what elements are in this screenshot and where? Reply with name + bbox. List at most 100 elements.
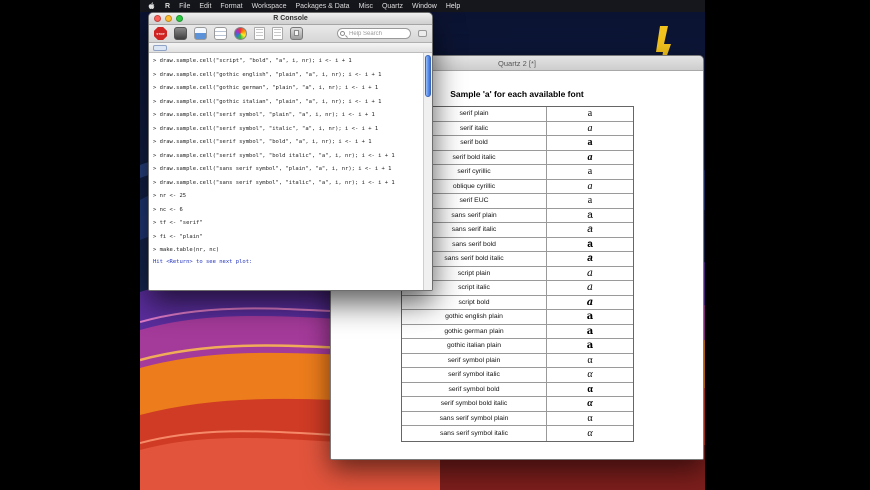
menu-packages-data[interactable]: Packages & Data	[295, 3, 349, 10]
console-line: > fi <- "plain"	[153, 231, 422, 245]
font-table-row: sans serif plaina	[402, 209, 633, 224]
menu-window[interactable]: Window	[412, 3, 437, 10]
font-table-row: script italica	[402, 281, 633, 296]
font-table-row: oblique cyrillica	[402, 180, 633, 195]
font-table-row: serif symbol italicα	[402, 368, 633, 383]
help-search	[337, 28, 411, 39]
font-table-row: sans serif bold italica	[402, 252, 633, 267]
document2-icon[interactable]	[272, 27, 283, 40]
font-name-cell: gothic english plain	[402, 310, 547, 324]
font-name-cell: serif symbol plain	[402, 354, 547, 368]
font-name-cell: gothic italian plain	[402, 339, 547, 353]
console-line: > make.table(nr, nc)	[153, 244, 422, 258]
font-sample-cell: a	[547, 296, 633, 310]
menu-quartz[interactable]: Quartz	[382, 3, 403, 10]
font-table-row: gothic english plaina	[402, 310, 633, 325]
grid-icon[interactable]	[214, 27, 227, 40]
font-sample-cell: a	[547, 252, 633, 266]
font-sample-cell: a	[547, 151, 633, 165]
zoom-button[interactable]	[176, 15, 183, 22]
font-table-row: gothic italian plaina	[402, 339, 633, 354]
console-line: > draw.sample.cell("gothic italian", "pl…	[153, 96, 422, 110]
menu-bar: R File Edit Format Workspace Packages & Data M…	[140, 0, 705, 12]
chart-icon[interactable]	[194, 27, 207, 40]
font-table-row: serif EUCa	[402, 194, 633, 209]
font-sample-cell: α	[547, 383, 633, 397]
font-sample-cell: a	[547, 281, 633, 295]
toolbar-overflow-button[interactable]	[418, 30, 427, 37]
console-text-area[interactable]: > draw.sample.cell("script", "bold", "a"…	[149, 53, 422, 290]
help-search-input[interactable]	[337, 28, 411, 39]
function-browser-button[interactable]	[153, 45, 167, 51]
printer-icon[interactable]	[290, 27, 303, 40]
apple-menu[interactable]	[147, 1, 156, 11]
font-sample-cell: a	[547, 267, 633, 281]
console-line: > nc <- 6	[153, 204, 422, 218]
screen: R File Edit Format Workspace Packages & Data M…	[0, 0, 870, 490]
font-sample-cell: a	[547, 194, 633, 208]
font-sample-cell: α	[547, 397, 633, 411]
font-sample-cell: a	[547, 209, 633, 223]
font-table-row: serif italica	[402, 122, 633, 137]
font-table-row: serif symbol plainα	[402, 354, 633, 369]
font-table-row: sans serif italica	[402, 223, 633, 238]
font-name-cell: serif symbol italic	[402, 368, 547, 382]
menu-misc[interactable]: Misc	[359, 3, 373, 10]
console-line: > draw.sample.cell("serif symbol", "bold…	[153, 136, 422, 150]
console-line: > draw.sample.cell("serif symbol", "bold…	[153, 150, 422, 164]
font-sample-cell: a	[547, 180, 633, 194]
font-name-cell: script bold	[402, 296, 547, 310]
font-sample-cell: a	[547, 325, 633, 339]
menu-r[interactable]: R	[165, 3, 170, 10]
scrollbar-thumb[interactable]	[425, 55, 431, 97]
font-table-row: gothic german plaina	[402, 325, 633, 340]
desktop: R File Edit Format Workspace Packages & Data M…	[140, 0, 705, 490]
menu-format[interactable]: Format	[220, 3, 242, 10]
font-table-row: serif symbol boldα	[402, 383, 633, 398]
console-scrollbar[interactable]	[423, 53, 432, 290]
font-sample-cell: a	[547, 165, 633, 179]
font-table-row: sans serif symbol italicα	[402, 426, 633, 441]
font-table-row: sans serif symbol plainα	[402, 412, 633, 427]
document-icon[interactable]	[254, 27, 265, 40]
menu-workspace[interactable]: Workspace	[252, 3, 287, 10]
console-line: > draw.sample.cell("sans serif symbol", …	[153, 177, 422, 191]
console-line: > draw.sample.cell("script", "bold", "a"…	[153, 55, 422, 69]
toolbar-icons: STOP	[154, 27, 303, 40]
console-body: > draw.sample.cell("script", "bold", "a"…	[149, 53, 432, 290]
font-name-cell: gothic german plain	[402, 325, 547, 339]
font-name-cell: sans serif symbol plain	[402, 412, 547, 426]
console-line: > draw.sample.cell("serif symbol", "ital…	[153, 123, 422, 137]
font-table-row: sans serif bolda	[402, 238, 633, 253]
color-wheel-icon[interactable]	[234, 27, 247, 40]
console-line: > draw.sample.cell("gothic german", "pla…	[153, 82, 422, 96]
stop-icon-label: STOP	[156, 32, 164, 36]
font-sample-cell: a	[547, 122, 633, 136]
quartz-window-title: Quartz 2 [*]	[498, 59, 536, 68]
menu-file[interactable]: File	[179, 3, 190, 10]
console-line: > draw.sample.cell("serif symbol", "plai…	[153, 109, 422, 123]
menu-edit[interactable]: Edit	[199, 3, 211, 10]
traffic-lights	[154, 15, 183, 22]
font-sample-table: serif plainaserif italicaserif boldaseri…	[401, 106, 634, 442]
menu-items: R File Edit Format Workspace Packages & Data M…	[165, 3, 460, 10]
console-window: R Console STOP	[148, 12, 433, 291]
menu-help[interactable]: Help	[446, 3, 460, 10]
window-icon[interactable]	[174, 27, 187, 40]
console-line: > tf <- "serif"	[153, 217, 422, 231]
font-sample-cell: α	[547, 412, 633, 426]
font-sample-cell: a	[547, 136, 633, 150]
minimize-button[interactable]	[165, 15, 172, 22]
font-sample-cell: α	[547, 368, 633, 382]
font-table-row: script plaina	[402, 267, 633, 282]
console-title-bar[interactable]: R Console	[149, 13, 432, 25]
console-line: > draw.sample.cell("sans serif symbol", …	[153, 163, 422, 177]
font-sample-cell: a	[547, 238, 633, 252]
font-name-cell: sans serif symbol italic	[402, 426, 547, 441]
close-button[interactable]	[154, 15, 161, 22]
font-sample-cell: α	[547, 354, 633, 368]
apple-icon	[147, 1, 156, 11]
font-sample-cell: a	[547, 310, 633, 324]
font-table-row: serif bold italica	[402, 151, 633, 166]
stop-icon[interactable]: STOP	[154, 27, 167, 40]
